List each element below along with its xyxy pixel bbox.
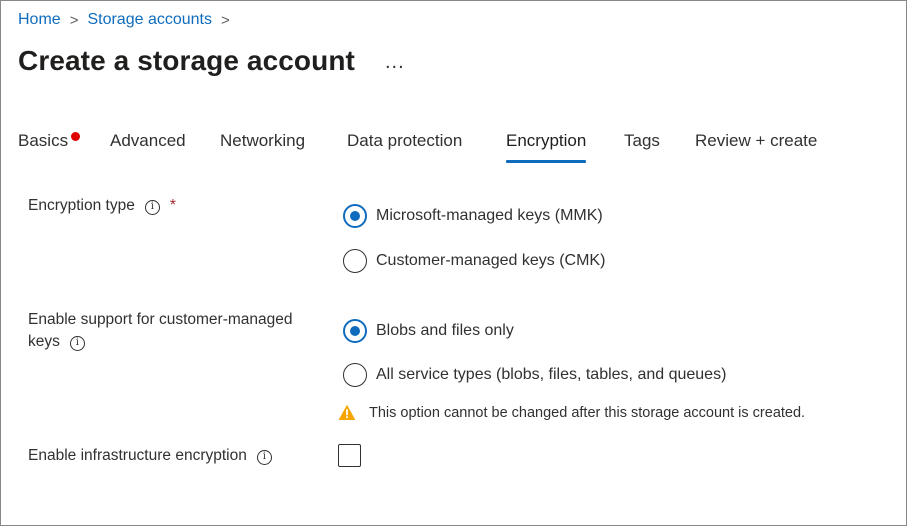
info-icon[interactable]: i bbox=[256, 450, 272, 465]
breadcrumb-chevron-icon: > bbox=[69, 11, 79, 29]
radio-cmk-label: Customer-managed keys (CMK) bbox=[376, 252, 606, 269]
radio-button[interactable] bbox=[343, 249, 367, 273]
breadcrumb-storage-accounts-link[interactable]: Storage accounts bbox=[87, 11, 212, 29]
info-icon[interactable]: i bbox=[144, 200, 160, 215]
infrastructure-encryption-checkbox[interactable] bbox=[338, 444, 361, 467]
radio-all-services[interactable]: All service types (blobs, files, tables,… bbox=[343, 363, 726, 387]
radio-button-selected[interactable] bbox=[343, 319, 367, 343]
encryption-type-label: Encryption type i * bbox=[28, 195, 176, 217]
tab-advanced[interactable]: Advanced bbox=[110, 131, 186, 163]
encryption-type-label-text: Encryption type bbox=[28, 197, 135, 214]
breadcrumb-chevron-icon: > bbox=[220, 11, 230, 29]
more-options-icon[interactable]: ... bbox=[385, 51, 405, 74]
warning-text: This option cannot be changed after this… bbox=[369, 404, 806, 421]
radio-button-selected[interactable] bbox=[343, 204, 367, 228]
warning-message: This option cannot be changed after this… bbox=[338, 404, 805, 421]
info-icon[interactable]: i bbox=[69, 336, 85, 351]
cmk-support-label: Enable support for customer-managed keys… bbox=[28, 309, 293, 353]
radio-mmk[interactable]: Microsoft-managed keys (MMK) bbox=[343, 204, 603, 228]
radio-all-services-label: All service types (blobs, files, tables,… bbox=[376, 366, 727, 383]
tab-encryption[interactable]: Encryption bbox=[506, 131, 587, 163]
infrastructure-encryption-label: Enable infrastructure encryption i bbox=[28, 445, 272, 467]
radio-mmk-label: Microsoft-managed keys (MMK) bbox=[376, 207, 603, 224]
infrastructure-encryption-label-text: Enable infrastructure encryption bbox=[28, 447, 247, 464]
warning-icon bbox=[338, 404, 356, 420]
tab-networking[interactable]: Networking bbox=[220, 131, 305, 163]
window-frame: Home > Storage accounts > Create a stora… bbox=[0, 0, 907, 526]
radio-blobs-files[interactable]: Blobs and files only bbox=[343, 319, 514, 343]
radio-blobs-files-label: Blobs and files only bbox=[376, 322, 514, 339]
cmk-support-label-line2: keys bbox=[28, 333, 60, 350]
radio-button[interactable] bbox=[343, 363, 367, 387]
cmk-support-label-line1: Enable support for customer-managed bbox=[28, 311, 293, 328]
tab-review-create[interactable]: Review + create bbox=[695, 131, 817, 163]
tab-data-protection[interactable]: Data protection bbox=[347, 131, 462, 163]
tab-bar: Basics Advanced Networking Data protecti… bbox=[1, 131, 907, 167]
required-indicator: * bbox=[169, 197, 176, 214]
basics-error-indicator bbox=[71, 132, 80, 141]
breadcrumb: Home > Storage accounts > bbox=[18, 11, 239, 29]
tab-tags[interactable]: Tags bbox=[624, 131, 660, 163]
page-title: Create a storage account bbox=[18, 45, 355, 76]
radio-cmk[interactable]: Customer-managed keys (CMK) bbox=[343, 249, 605, 273]
tab-basics[interactable]: Basics bbox=[18, 131, 68, 163]
breadcrumb-home-link[interactable]: Home bbox=[18, 11, 61, 29]
